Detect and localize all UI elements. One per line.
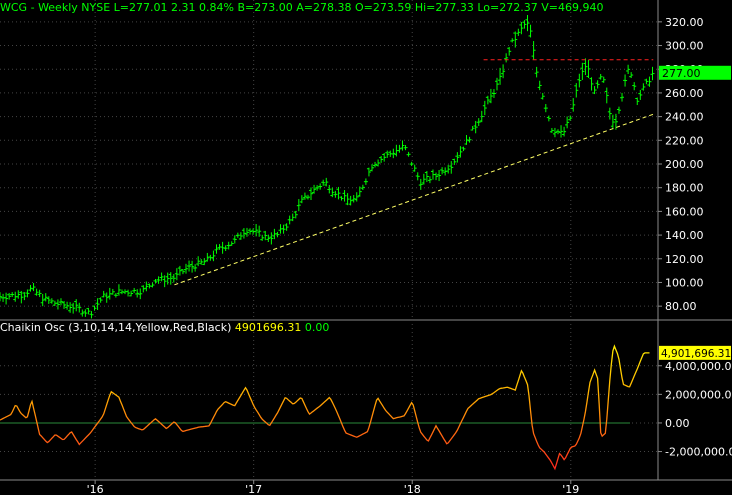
volume: V=469,940 bbox=[541, 1, 604, 14]
oscillator-signal: 0.00 bbox=[304, 321, 330, 334]
x-tick-label: '18 bbox=[404, 483, 421, 495]
chaikin-oscillator-line bbox=[0, 344, 650, 471]
stock-chart[interactable]: 80.00 100.00 120.00 140.00 160.00 180.00 200.0… bbox=[0, 0, 732, 495]
price-header: WCG - Weekly NYSE L=277.01 2.31 0.84% B=… bbox=[0, 1, 604, 14]
osc-tick-label: 4,000,000.00 bbox=[665, 360, 732, 373]
price-tick-label: 240.00 bbox=[665, 111, 704, 124]
oscillator-value: 4901696.31 bbox=[234, 321, 302, 334]
osc-tick-label: 2,000,000.00 bbox=[665, 388, 732, 401]
price-tick-label: 140.00 bbox=[665, 229, 704, 242]
price-tick-label: 100.00 bbox=[665, 276, 704, 289]
symbol: WCG bbox=[0, 1, 28, 14]
chart-grid bbox=[0, 0, 732, 481]
ask: A=278.38 bbox=[296, 1, 352, 14]
open: O=273.59 bbox=[354, 1, 412, 14]
last-osc-label: 4,901,696.31 bbox=[661, 348, 731, 360]
support-trend-line bbox=[174, 113, 654, 286]
price-tick-label: 220.00 bbox=[665, 134, 704, 147]
period: Weekly bbox=[38, 1, 78, 14]
price-tick-label: 300.00 bbox=[665, 40, 704, 53]
price-tick-label: 320.00 bbox=[665, 16, 704, 29]
x-tick-label: '19 bbox=[562, 483, 579, 495]
price-tick-label: 200.00 bbox=[665, 158, 704, 171]
osc-series-path bbox=[0, 344, 650, 471]
low: Lo=272.37 bbox=[477, 1, 538, 14]
trend-lines bbox=[0, 59, 654, 424]
bid: B=273.00 bbox=[237, 1, 293, 14]
exchange: NYSE bbox=[81, 1, 111, 14]
price-tick-label: 160.00 bbox=[665, 205, 704, 218]
price-tick-label: 180.00 bbox=[665, 182, 704, 195]
last-price: L=277.01 bbox=[113, 1, 168, 14]
change: 2.31 bbox=[171, 1, 196, 14]
price-ohlc-bars bbox=[0, 15, 655, 319]
oscillator-header: Chaikin Osc (3,10,14,14,Yellow,Red,Black… bbox=[0, 321, 329, 334]
price-tick-label: 260.00 bbox=[665, 87, 704, 100]
osc-tick-label: -2,000,000.00 bbox=[665, 446, 732, 459]
osc-tick-label: 0.00 bbox=[665, 417, 690, 430]
change-pct: 0.84% bbox=[199, 1, 234, 14]
high: Hi=277.33 bbox=[414, 1, 474, 14]
price-tick-label: 80.00 bbox=[665, 300, 697, 313]
x-tick-label: '17 bbox=[245, 483, 262, 495]
price-tick-label: 120.00 bbox=[665, 253, 704, 266]
x-tick-label: '16 bbox=[87, 483, 104, 495]
last-price-label: 277.00 bbox=[662, 67, 701, 80]
oscillator-name: Chaikin Osc (3,10,14,14,Yellow,Red,Black… bbox=[0, 321, 232, 334]
